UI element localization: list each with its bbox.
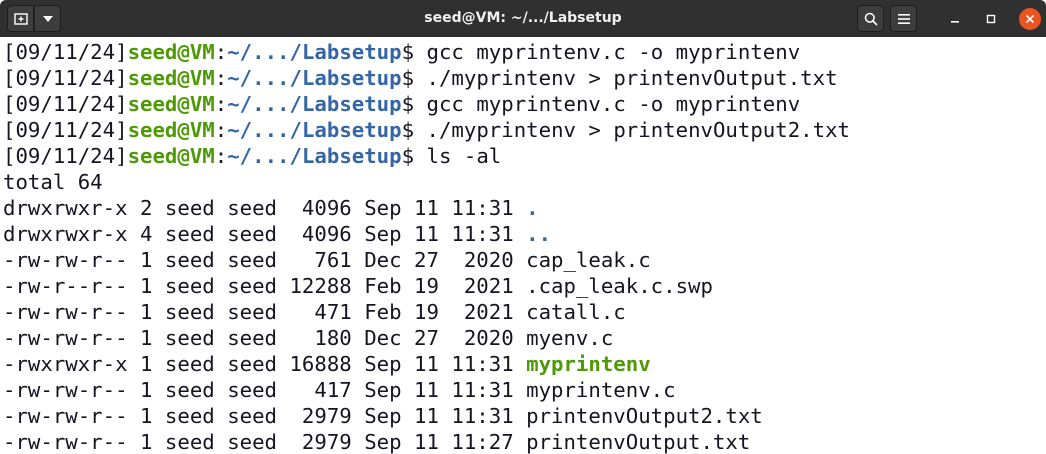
ls-entry-meta: -rw-rw-r-- 1 seed seed 180 Dec 27 2020 — [3, 326, 527, 350]
prompt-line: [09/11/24]seed@VM:~/.../Labsetup$ ls -al — [3, 143, 501, 169]
prompt-dollar: $ — [401, 144, 427, 168]
ls-entry-meta: -rw-rw-r-- 1 seed seed 471 Feb 19 2021 — [3, 300, 527, 324]
new-tab-icon — [13, 12, 28, 25]
ls-entry: -rw-rw-r-- 1 seed seed 2979 Sep 11 11:27… — [3, 429, 750, 454]
ls-entry-name: .. — [526, 222, 552, 246]
tab-menu-button[interactable] — [34, 5, 61, 32]
ls-entry-meta: -rw-rw-r-- 1 seed seed 761 Dec 27 2020 — [3, 248, 527, 272]
prompt-separator: : — [214, 66, 228, 90]
ls-entry-meta: drwxrwxr-x 4 seed seed 4096 Sep 11 11:31 — [3, 222, 527, 246]
prompt-line: [09/11/24]seed@VM:~/.../Labsetup$ ./mypr… — [3, 65, 838, 91]
minimize-icon — [951, 21, 959, 23]
prompt-user-host: seed@VM — [127, 118, 215, 142]
prompt-user-host: seed@VM — [127, 92, 215, 116]
search-button[interactable] — [857, 5, 884, 32]
command-text: ./myprintenv > printenvOutput.txt — [426, 66, 838, 90]
command-text: ls -al — [426, 144, 502, 168]
ls-entry: -rw-r--r-- 1 seed seed 12288 Feb 19 2021… — [3, 273, 713, 299]
maximize-icon — [986, 14, 996, 24]
ls-entry: -rw-rw-r-- 1 seed seed 2979 Sep 11 11:31… — [3, 403, 763, 429]
prompt-path: ~/.../Labsetup — [227, 118, 402, 142]
new-tab-button[interactable] — [7, 5, 34, 32]
ls-entry-meta: -rw-rw-r-- 1 seed seed 2979 Sep 11 11:27 — [3, 430, 527, 454]
command-text: gcc myprintenv.c -o myprintenv — [426, 40, 801, 64]
prompt-separator: : — [214, 92, 228, 116]
ls-entry-name: myprintenv.c — [526, 378, 676, 402]
prompt-dollar: $ — [401, 92, 427, 116]
close-icon — [1025, 14, 1035, 24]
ls-entry-meta: -rw-rw-r-- 1 seed seed 417 Sep 11 11:31 — [3, 378, 527, 402]
ls-entry-name: cap_leak.c — [526, 248, 651, 272]
prompt-line: [09/11/24]seed@VM:~/.../Labsetup$ gcc my… — [3, 91, 800, 117]
minimize-button[interactable] — [944, 8, 966, 30]
prompt-user-host: seed@VM — [127, 66, 215, 90]
prompt-date: [09/11/24] — [3, 40, 128, 64]
ls-entry: drwxrwxr-x 2 seed seed 4096 Sep 11 11:31… — [3, 195, 539, 221]
prompt-line: [09/11/24]seed@VM:~/.../Labsetup$ ./mypr… — [3, 117, 850, 143]
prompt-user-host: seed@VM — [127, 40, 215, 64]
prompt-line: [09/11/24]seed@VM:~/.../Labsetup$ gcc my… — [3, 39, 800, 65]
prompt-date: [09/11/24] — [3, 118, 128, 142]
terminal-output[interactable]: [09/11/24]seed@VM:~/.../Labsetup$ gcc my… — [0, 37, 1046, 454]
ls-entry-name: printenvOutput.txt — [526, 430, 751, 454]
ls-entry: -rw-rw-r-- 1 seed seed 180 Dec 27 2020 m… — [3, 325, 613, 351]
close-button[interactable] — [1019, 8, 1041, 30]
hamburger-menu-button[interactable] — [890, 5, 917, 32]
ls-entry: -rw-rw-r-- 1 seed seed 471 Feb 19 2021 c… — [3, 299, 626, 325]
ls-entry: -rwxrwxr-x 1 seed seed 16888 Sep 11 11:3… — [3, 351, 651, 377]
prompt-separator: : — [214, 118, 228, 142]
ls-entry-name: printenvOutput2.txt — [526, 404, 763, 428]
ls-entry-meta: -rw-rw-r-- 1 seed seed 2979 Sep 11 11:31 — [3, 404, 527, 428]
prompt-dollar: $ — [401, 40, 427, 64]
prompt-path: ~/.../Labsetup — [227, 40, 402, 64]
ls-entry-name: myprintenv — [526, 352, 651, 376]
command-text: ./myprintenv > printenvOutput2.txt — [426, 118, 850, 142]
ls-entry: -rw-rw-r-- 1 seed seed 417 Sep 11 11:31 … — [3, 377, 676, 403]
search-icon — [864, 12, 878, 26]
ls-total-line: total 64 — [3, 170, 103, 194]
prompt-user-host: seed@VM — [127, 144, 215, 168]
ls-entry: -rw-rw-r-- 1 seed seed 761 Dec 27 2020 c… — [3, 247, 651, 273]
prompt-date: [09/11/24] — [3, 144, 128, 168]
prompt-dollar: $ — [401, 66, 427, 90]
prompt-separator: : — [214, 144, 228, 168]
ls-entry-name: catall.c — [526, 300, 626, 324]
ls-entry-meta: -rwxrwxr-x 1 seed seed 16888 Sep 11 11:3… — [3, 352, 527, 376]
command-text: gcc myprintenv.c -o myprintenv — [426, 92, 801, 116]
maximize-button[interactable] — [980, 8, 1002, 30]
prompt-date: [09/11/24] — [3, 92, 128, 116]
ls-entry-name: . — [526, 196, 539, 220]
ls-entry-meta: drwxrwxr-x 2 seed seed 4096 Sep 11 11:31 — [3, 196, 527, 220]
prompt-path: ~/.../Labsetup — [227, 92, 402, 116]
ls-entry-meta: -rw-r--r-- 1 seed seed 12288 Feb 19 2021 — [3, 274, 527, 298]
chevron-down-icon — [42, 15, 53, 22]
ls-entry-name: .cap_leak.c.swp — [526, 274, 713, 298]
title-bar: seed@VM: ~/.../Labsetup — [0, 0, 1046, 37]
prompt-separator: : — [214, 40, 228, 64]
prompt-path: ~/.../Labsetup — [227, 144, 402, 168]
hamburger-menu-icon — [897, 13, 910, 24]
prompt-date: [09/11/24] — [3, 66, 128, 90]
ls-entry: drwxrwxr-x 4 seed seed 4096 Sep 11 11:31… — [3, 221, 551, 247]
prompt-path: ~/.../Labsetup — [227, 66, 402, 90]
ls-entry-name: myenv.c — [526, 326, 614, 350]
prompt-dollar: $ — [401, 118, 427, 142]
